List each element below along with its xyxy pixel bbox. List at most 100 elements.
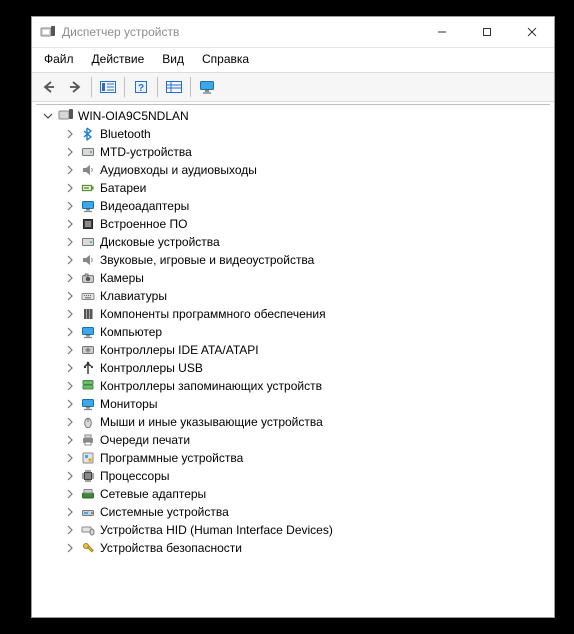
tree-item-label: Контроллеры запоминающих устройств xyxy=(100,377,322,395)
component-icon xyxy=(80,306,96,322)
tree-item-label: Аудиовходы и аудиовыходы xyxy=(100,161,257,179)
tree-item-label: Процессоры xyxy=(100,467,170,485)
chevron-right-icon[interactable] xyxy=(64,380,76,392)
tree-item-label: MTD-устройства xyxy=(100,143,192,161)
chevron-right-icon[interactable] xyxy=(64,290,76,302)
chevron-right-icon[interactable] xyxy=(64,182,76,194)
tree-item[interactable]: Сетевые адаптеры xyxy=(38,485,550,503)
tree-item-label: Системные устройства xyxy=(100,503,229,521)
tree-item-label: Мониторы xyxy=(100,395,157,413)
chevron-right-icon[interactable] xyxy=(64,362,76,374)
monitor-icon xyxy=(80,324,96,340)
chevron-down-icon[interactable] xyxy=(42,110,54,122)
camera-icon xyxy=(80,270,96,286)
chevron-right-icon[interactable] xyxy=(64,200,76,212)
tree-item[interactable]: Очереди печати xyxy=(38,431,550,449)
chevron-right-icon[interactable] xyxy=(64,164,76,176)
tree-item-label: Bluetooth xyxy=(100,125,151,143)
chevron-right-icon[interactable] xyxy=(64,254,76,266)
properties-button[interactable] xyxy=(161,75,187,99)
menu-action[interactable]: Действие xyxy=(84,50,153,68)
toolbar-separator xyxy=(157,77,158,97)
toolbar-separator xyxy=(190,77,191,97)
tree-item[interactable]: Устройства HID (Human Interface Devices) xyxy=(38,521,550,539)
chevron-right-icon[interactable] xyxy=(64,416,76,428)
tree-item-label: Сетевые адаптеры xyxy=(100,485,206,503)
show-hide-tree-button[interactable] xyxy=(95,75,121,99)
tree-item[interactable]: Встроенное ПО xyxy=(38,215,550,233)
menubar: Файл Действие Вид Справка xyxy=(32,48,554,72)
tree-item[interactable]: Батареи xyxy=(38,179,550,197)
chevron-right-icon[interactable] xyxy=(64,344,76,356)
tree-root-label: WIN-OIA9C5NDLAN xyxy=(78,107,189,125)
tree-item[interactable]: Программные устройства xyxy=(38,449,550,467)
system-icon xyxy=(80,504,96,520)
window-title: Диспетчер устройств xyxy=(62,25,419,39)
close-button[interactable] xyxy=(509,17,554,47)
window-controls xyxy=(419,17,554,47)
storage-icon xyxy=(80,378,96,394)
tree-item[interactable]: Дисковые устройства xyxy=(38,233,550,251)
chevron-right-icon[interactable] xyxy=(64,218,76,230)
tree-item[interactable]: MTD-устройства xyxy=(38,143,550,161)
menu-help[interactable]: Справка xyxy=(194,50,257,68)
tree-item[interactable]: Bluetooth xyxy=(38,125,550,143)
chevron-right-icon[interactable] xyxy=(64,488,76,500)
chevron-right-icon[interactable] xyxy=(64,542,76,554)
tree-item[interactable]: Процессоры xyxy=(38,467,550,485)
chevron-right-icon[interactable] xyxy=(64,146,76,158)
device-tree[interactable]: WIN-OIA9C5NDLAN BluetoothMTD-устройстваА… xyxy=(36,104,550,613)
bluetooth-icon xyxy=(80,126,96,142)
tree-item-label: Очереди печати xyxy=(100,431,190,449)
tree-item-label: Компоненты программного обеспечения xyxy=(100,305,326,323)
tree-item[interactable]: Видеоадаптеры xyxy=(38,197,550,215)
tree-item[interactable]: Звуковые, игровые и видеоустройства xyxy=(38,251,550,269)
keyboard-icon xyxy=(80,288,96,304)
tree-item-label: Мыши и иные указывающие устройства xyxy=(100,413,323,431)
menu-view[interactable]: Вид xyxy=(154,50,192,68)
tree-item[interactable]: Компоненты программного обеспечения xyxy=(38,305,550,323)
forward-button[interactable] xyxy=(62,75,88,99)
tree-item[interactable]: Контроллеры IDE ATA/ATAPI xyxy=(38,341,550,359)
tree-root[interactable]: WIN-OIA9C5NDLAN xyxy=(38,107,550,125)
ide-icon xyxy=(80,342,96,358)
hid-icon xyxy=(80,522,96,538)
tree-item-label: Камеры xyxy=(100,269,144,287)
tree-item[interactable]: Мыши и иные указывающие устройства xyxy=(38,413,550,431)
monitor-button[interactable] xyxy=(194,75,220,99)
toolbar-separator xyxy=(91,77,92,97)
tree-item[interactable]: Устройства безопасности xyxy=(38,539,550,557)
chevron-right-icon[interactable] xyxy=(64,272,76,284)
chevron-right-icon[interactable] xyxy=(64,506,76,518)
chevron-right-icon[interactable] xyxy=(64,470,76,482)
tree-item[interactable]: Клавиатуры xyxy=(38,287,550,305)
chevron-right-icon[interactable] xyxy=(64,308,76,320)
chevron-right-icon[interactable] xyxy=(64,524,76,536)
tree-item[interactable]: Мониторы xyxy=(38,395,550,413)
audio-icon xyxy=(80,252,96,268)
chevron-right-icon[interactable] xyxy=(64,326,76,338)
menu-file[interactable]: Файл xyxy=(36,50,82,68)
maximize-button[interactable] xyxy=(464,17,509,47)
chevron-right-icon[interactable] xyxy=(64,452,76,464)
disk-icon xyxy=(80,144,96,160)
monitor-icon xyxy=(80,396,96,412)
minimize-button[interactable] xyxy=(419,17,464,47)
tree-item[interactable]: Аудиовходы и аудиовыходы xyxy=(38,161,550,179)
chevron-right-icon[interactable] xyxy=(64,236,76,248)
tree-item[interactable]: Контроллеры USB xyxy=(38,359,550,377)
tree-item[interactable]: Компьютер xyxy=(38,323,550,341)
toolbar: ? xyxy=(32,72,554,102)
tree-item-label: Программные устройства xyxy=(100,449,243,467)
tree-item[interactable]: Системные устройства xyxy=(38,503,550,521)
tree-item-label: Компьютер xyxy=(100,323,162,341)
chevron-right-icon[interactable] xyxy=(64,128,76,140)
network-icon xyxy=(80,486,96,502)
tree-item[interactable]: Контроллеры запоминающих устройств xyxy=(38,377,550,395)
back-button[interactable] xyxy=(36,75,62,99)
help-button[interactable]: ? xyxy=(128,75,154,99)
chevron-right-icon[interactable] xyxy=(64,434,76,446)
tree-item-label: Видеоадаптеры xyxy=(100,197,189,215)
tree-item[interactable]: Камеры xyxy=(38,269,550,287)
chevron-right-icon[interactable] xyxy=(64,398,76,410)
